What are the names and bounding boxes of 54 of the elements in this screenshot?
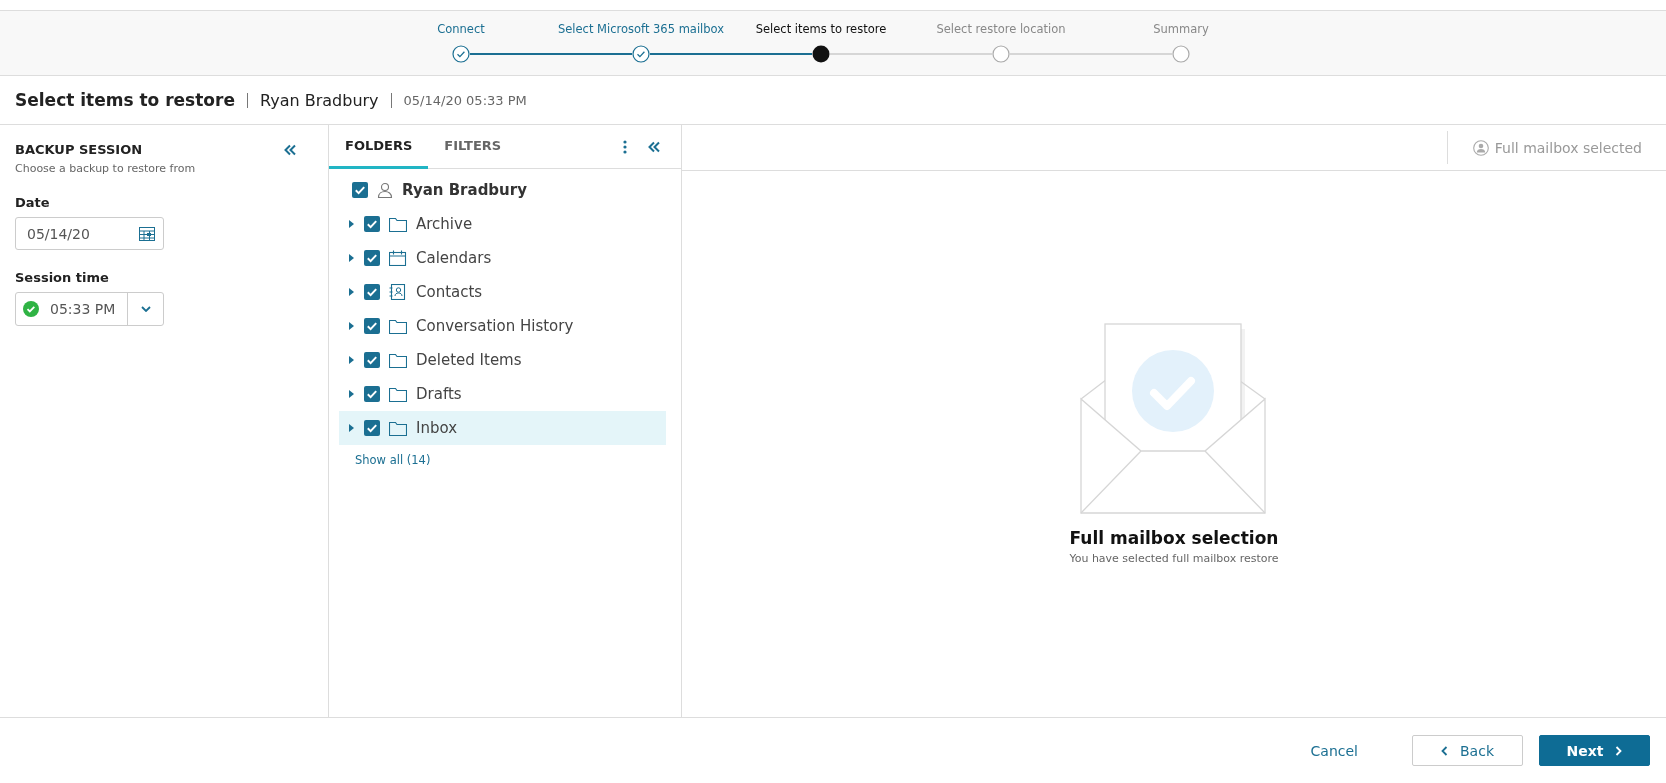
checkbox-checked-icon[interactable] bbox=[364, 216, 380, 232]
success-check-icon bbox=[23, 301, 39, 317]
chevron-left-icon bbox=[1441, 745, 1448, 756]
chevron-down-icon bbox=[140, 306, 151, 312]
section-subtitle: Choose a backup to restore from bbox=[15, 162, 196, 175]
next-button[interactable]: Next bbox=[1539, 735, 1650, 766]
step-label[interactable]: Select items to restore bbox=[755, 22, 887, 39]
tab[interactable]: FOLDERS bbox=[329, 125, 429, 169]
section-title: BACKUP SESSION bbox=[15, 142, 144, 157]
tab[interactable]: FILTERS bbox=[428, 125, 518, 169]
calendar-icon bbox=[389, 250, 407, 266]
tree-item[interactable]: Calendars bbox=[339, 241, 666, 275]
step-label[interactable]: Connect bbox=[437, 22, 485, 39]
checkbox-checked-icon[interactable] bbox=[364, 420, 380, 436]
session-timestamp: 05/14/20 05:33 PM bbox=[403, 92, 527, 108]
double-chevron-left-icon bbox=[283, 144, 297, 156]
folder-icon bbox=[389, 386, 407, 402]
checkbox-checked-icon[interactable] bbox=[364, 284, 380, 300]
vertical-dots-icon bbox=[623, 139, 627, 154]
tree-item[interactable]: Drafts bbox=[339, 377, 666, 411]
show-all-link[interactable]: Show all (14) bbox=[355, 453, 431, 467]
tree-item[interactable]: Conversation History bbox=[339, 309, 666, 343]
checkbox-checked-icon[interactable] bbox=[364, 386, 380, 402]
cancel-button[interactable]: Cancel bbox=[1304, 741, 1364, 760]
folder-icon bbox=[389, 352, 407, 368]
empty-state-title: Full mailbox selection bbox=[1069, 528, 1279, 548]
folder-icon bbox=[389, 318, 407, 334]
tree-item[interactable]: Inbox bbox=[339, 411, 666, 445]
back-button[interactable]: Back bbox=[1412, 735, 1523, 766]
step-label[interactable]: Select Microsoft 365 mailbox bbox=[557, 22, 725, 39]
page-title: Select items to restore bbox=[15, 90, 235, 110]
full-mailbox-status: Full mailbox selected bbox=[1446, 131, 1666, 164]
checkbox-checked-icon[interactable] bbox=[364, 352, 380, 368]
tree-item[interactable]: Deleted Items bbox=[339, 343, 666, 377]
tree-item[interactable]: Contacts bbox=[339, 275, 666, 309]
field-label: Session time bbox=[15, 270, 110, 285]
mailbox-name: Ryan Bradbury bbox=[259, 90, 379, 110]
field-label: Date bbox=[15, 195, 51, 210]
empty-state-subtitle: You have selected full mailbox restore bbox=[1069, 552, 1279, 565]
double-chevron-left-icon bbox=[647, 140, 661, 153]
folder-icon bbox=[389, 216, 407, 232]
person-icon bbox=[377, 182, 393, 198]
calendar-icon bbox=[139, 226, 155, 241]
checkbox-checked-icon[interactable] bbox=[352, 182, 368, 198]
checkbox-checked-icon[interactable] bbox=[364, 318, 380, 334]
checkbox-checked-icon[interactable] bbox=[364, 250, 380, 266]
tree-item[interactable]: Ryan Bradbury bbox=[339, 173, 666, 207]
session-time-dropdown[interactable]: 05:33 PM bbox=[15, 292, 164, 326]
user-circle-icon bbox=[1472, 139, 1489, 156]
chevron-right-icon bbox=[1615, 745, 1623, 756]
contact-card-icon bbox=[389, 284, 407, 300]
date-field[interactable]: 05/14/20 bbox=[15, 217, 164, 250]
tree-item[interactable]: Archive bbox=[339, 207, 666, 241]
folder-icon bbox=[389, 420, 407, 436]
